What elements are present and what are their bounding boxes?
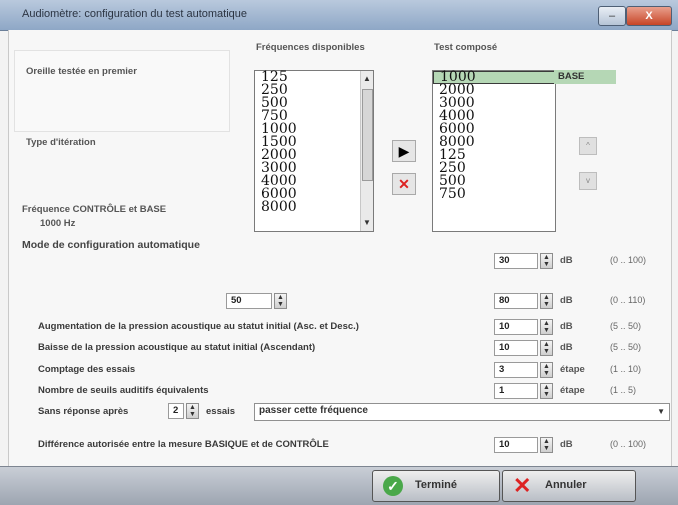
- ear-label: Oreille testée en premier: [26, 66, 137, 77]
- param-field[interactable]: 10: [494, 319, 538, 335]
- done-label: Terminé: [415, 479, 457, 491]
- control-base-freq-value: 1000 Hz: [40, 218, 76, 229]
- no-response-prefix: Sans réponse après: [38, 406, 129, 417]
- range-label: (1 .. 10): [610, 364, 642, 374]
- level-spinner[interactable]: ▲ ▼: [540, 253, 553, 269]
- available-freq-header: Fréquences disponibles: [256, 42, 365, 53]
- unit-label: dB: [560, 255, 573, 266]
- cancel-label: Annuler: [545, 479, 587, 491]
- available-scrollbar[interactable]: ▲ ▼: [360, 71, 373, 231]
- left-value-spinner[interactable]: ▲ ▼: [274, 293, 287, 309]
- param-spinner[interactable]: ▲ ▼: [540, 362, 553, 378]
- range-label: (0 .. 100): [610, 439, 647, 449]
- list-item[interactable]: 8000: [255, 200, 373, 214]
- param-field[interactable]: 1: [494, 383, 538, 399]
- range-label: (5 .. 50): [610, 321, 642, 331]
- composed-test-header: Test composé: [434, 42, 498, 53]
- param-label: Augmentation de la pression acoustique a…: [38, 321, 359, 332]
- list-item[interactable]: 750: [433, 187, 555, 201]
- move-up-icon[interactable]: ^: [579, 137, 597, 155]
- window-title: Audiomètre: configuration du test automa…: [22, 8, 248, 20]
- check-icon: ✓: [383, 476, 403, 496]
- ear-group: [14, 50, 230, 132]
- title-bar[interactable]: Audiomètre: configuration du test automa…: [0, 0, 678, 31]
- param-field[interactable]: 3: [494, 362, 538, 378]
- close-button[interactable]: X: [626, 6, 672, 26]
- cancel-button[interactable]: ✕ Annuler: [502, 470, 636, 502]
- range-label: (0 .. 100): [610, 255, 647, 265]
- unit-label: dB: [560, 295, 573, 306]
- iteration-label: Type d'itération: [26, 137, 96, 148]
- unit-label: dB: [560, 342, 573, 353]
- done-button[interactable]: ✓ Terminé: [372, 470, 500, 502]
- available-freq-list[interactable]: 125 250 500 750 1000 1500 2000 3000 4000…: [254, 70, 374, 232]
- cancel-x-icon: ✕: [513, 473, 532, 498]
- trial-count-field[interactable]: 2: [168, 403, 184, 419]
- level-80-field[interactable]: 80: [494, 293, 538, 309]
- level-30-field[interactable]: 30: [494, 253, 538, 269]
- no-response-suffix: essais: [206, 406, 236, 417]
- no-response-action-select[interactable]: passer cette fréquence ▼: [254, 403, 670, 421]
- remove-frequency-button[interactable]: ✕: [392, 173, 416, 195]
- chevron-down-icon[interactable]: ▼: [657, 407, 665, 416]
- diff-spinner[interactable]: ▲ ▼: [540, 437, 553, 453]
- minimize-button[interactable]: –: [598, 6, 626, 26]
- unit-label: dB: [560, 321, 573, 332]
- param-spinner[interactable]: ▲ ▼: [540, 319, 553, 335]
- base-badge: BASE: [554, 70, 616, 84]
- composed-test-list[interactable]: 1000 2000 3000 4000 6000 8000 125 250 50…: [432, 70, 556, 232]
- scroll-down-icon[interactable]: ▼: [361, 217, 373, 229]
- control-base-freq-label: Fréquence CONTRÔLE et BASE: [22, 204, 167, 215]
- param-field[interactable]: 10: [494, 340, 538, 356]
- range-label: (0 .. 110): [610, 295, 646, 305]
- add-frequency-button[interactable]: ▶: [392, 140, 416, 162]
- range-label: (1 .. 5): [610, 385, 637, 395]
- unit-label: dB: [560, 439, 573, 450]
- scroll-up-icon[interactable]: ▲: [361, 73, 373, 85]
- param-spinner[interactable]: ▲ ▼: [540, 340, 553, 356]
- param-spinner[interactable]: ▲ ▼: [540, 383, 553, 399]
- unit-label: étape: [560, 364, 585, 375]
- trial-count-spinner[interactable]: ▲ ▼: [186, 403, 199, 419]
- level-spinner[interactable]: ▲ ▼: [540, 293, 553, 309]
- arrow-right-icon: ▶: [398, 143, 410, 159]
- diff-label: Différence autorisée entre la mesure BAS…: [38, 439, 329, 450]
- move-down-icon[interactable]: v: [579, 172, 597, 190]
- scroll-thumb[interactable]: [362, 89, 373, 181]
- range-label: (5 .. 50): [610, 342, 642, 352]
- no-response-action-value: passer cette fréquence: [259, 405, 368, 416]
- diff-field[interactable]: 10: [494, 437, 538, 453]
- delete-x-icon: ✕: [398, 176, 410, 192]
- unit-label: étape: [560, 385, 585, 396]
- auto-config-title: Mode de configuration automatique: [22, 239, 200, 251]
- left-value-field[interactable]: 50: [226, 293, 272, 309]
- param-label: Baisse de la pression acoustique au stat…: [38, 342, 316, 353]
- param-label: Nombre de seuils auditifs équivalents: [38, 385, 209, 396]
- param-label: Comptage des essais: [38, 364, 136, 375]
- config-window: Audiomètre: configuration du test automa…: [0, 0, 678, 505]
